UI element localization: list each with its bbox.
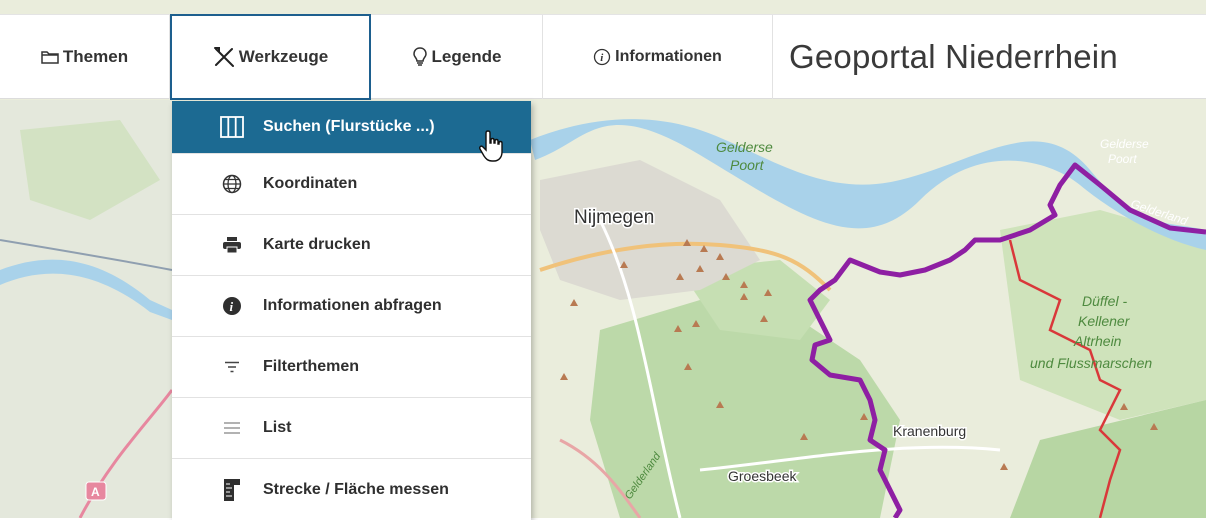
place-label-groesbeek: Groesbeek (728, 468, 797, 484)
place-label-kranenburg: Kranenburg (893, 423, 966, 439)
area-label-altrhein: Altrhein (1073, 333, 1122, 349)
printer-icon (215, 236, 249, 254)
area-label-dueffel: Düffel - (1082, 293, 1127, 309)
menu-item-list[interactable]: List (172, 398, 531, 459)
tab-label: Werkzeuge (238, 47, 329, 66)
area-label-flussmarschen: und Flussmarschen (1030, 355, 1152, 371)
tab-themen[interactable]: Themen (0, 15, 170, 99)
hand-cursor-icon (479, 130, 503, 162)
tools-icon (213, 47, 235, 67)
menu-item-label: Koordinaten (263, 175, 358, 192)
menu-item-koordinaten[interactable]: Koordinaten (172, 154, 531, 215)
portal-title: Geoportal Niederrhein (789, 38, 1118, 75)
info-filled-icon: i (215, 296, 249, 316)
tab-legende[interactable]: Legende (371, 15, 543, 99)
ruler-icon (215, 478, 249, 502)
place-label-nijmegen: Nijmegen (574, 207, 654, 228)
tab-label: Legende (431, 47, 502, 66)
area-label-gelderse-poort-2: Gelderse (1100, 137, 1149, 151)
menu-item-strecke-messen[interactable]: Strecke / Fläche messen (172, 459, 531, 520)
svg-text:i: i (230, 299, 234, 314)
list-icon (215, 421, 249, 435)
lightbulb-icon (412, 47, 428, 67)
area-label-poort: Poort (730, 157, 765, 173)
tab-label: Themen (62, 47, 129, 66)
area-label-gelderse-poort: Gelderse (716, 139, 773, 155)
menu-item-label: Suchen (Flurstücke ...) (263, 118, 435, 135)
menu-item-label: Karte drucken (263, 236, 371, 253)
info-circle-icon: i (593, 48, 611, 66)
tab-werkzeuge[interactable]: Werkzeuge (170, 14, 371, 100)
menu-item-label: List (263, 419, 292, 436)
road-badge-label: A (91, 485, 100, 499)
tab-informationen[interactable]: i Informationen (543, 15, 773, 99)
globe-icon (215, 174, 249, 194)
filter-icon (215, 361, 249, 373)
columns-icon (215, 116, 249, 138)
svg-text:i: i (600, 52, 604, 64)
menu-item-label: Filterthemen (263, 358, 360, 375)
area-label-poort-2: Poort (1108, 152, 1137, 166)
menu-item-label: Strecke / Fläche messen (263, 480, 449, 498)
folder-icon (41, 49, 59, 65)
tab-label: Informationen (615, 48, 722, 65)
menu-item-filterthemen[interactable]: Filterthemen (172, 337, 531, 398)
menu-item-informationen-abfragen[interactable]: i Informationen abfragen (172, 276, 531, 337)
werkzeuge-dropdown-menu: Suchen (Flurstücke ...) Koordinaten Kart… (172, 101, 531, 520)
top-navigation-bar: Themen Werkzeuge Legende i Informationen… (0, 14, 1206, 100)
menu-item-label: Informationen abfragen (263, 297, 442, 314)
area-label-kellener: Kellener (1078, 313, 1131, 329)
menu-item-karte-drucken[interactable]: Karte drucken (172, 215, 531, 276)
